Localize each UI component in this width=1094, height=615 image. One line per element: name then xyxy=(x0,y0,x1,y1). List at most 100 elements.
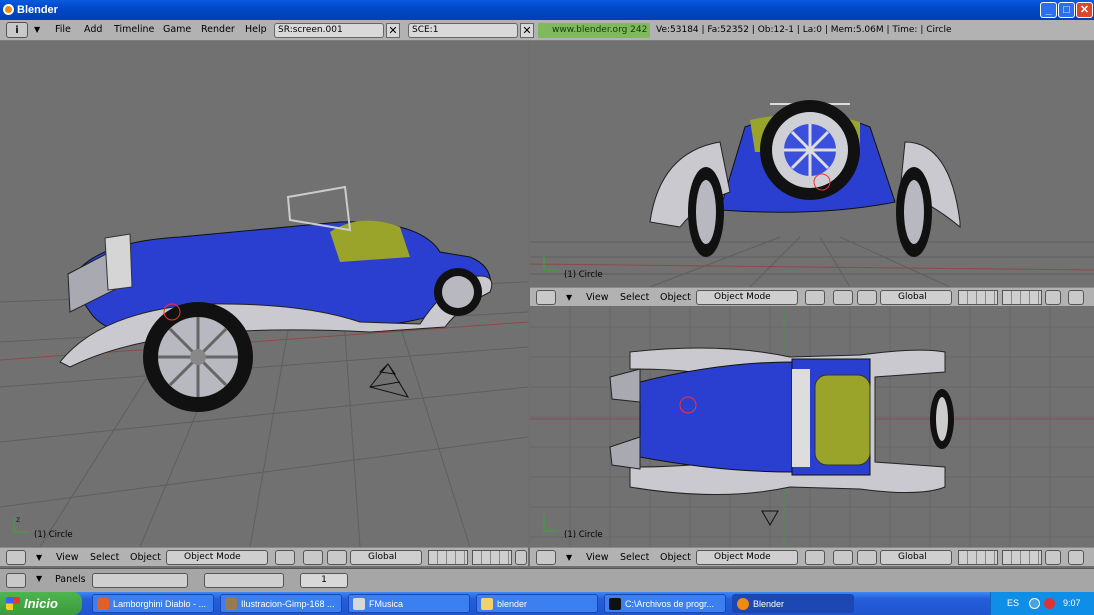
viewport-perspective[interactable]: z (1) Circle xyxy=(0,42,528,547)
render-preview-icon[interactable] xyxy=(1068,290,1084,305)
collapse-menu-icon[interactable]: ▼ xyxy=(566,551,572,564)
window-title: Blender xyxy=(17,4,58,16)
close-button[interactable]: ✕ xyxy=(1076,2,1093,18)
mode-select[interactable]: Object Mode xyxy=(166,550,268,565)
viewport-top[interactable]: (1) Circle xyxy=(530,307,1094,547)
task-command-prompt[interactable]: C:\Archivos de progr... xyxy=(604,594,726,613)
menu-game[interactable]: Game xyxy=(163,22,191,38)
axis-gizmo-icon xyxy=(543,515,558,532)
draw-type-icon[interactable] xyxy=(805,550,825,565)
layer-buttons-1[interactable] xyxy=(958,550,998,565)
blender-url[interactable]: www.blender.org 242 xyxy=(538,23,650,38)
viewport-label: (1) Circle xyxy=(34,530,73,540)
menu-view[interactable]: View xyxy=(56,551,79,564)
info-icon[interactable]: i xyxy=(6,22,28,38)
context-buttons[interactable] xyxy=(92,573,188,588)
menu-render[interactable]: Render xyxy=(201,22,235,38)
menu-object[interactable]: Object xyxy=(130,551,161,564)
orientation-select[interactable]: Global xyxy=(880,290,952,305)
clock[interactable]: 9:07 xyxy=(1063,592,1081,615)
menu-view[interactable]: View xyxy=(586,291,609,304)
start-button[interactable]: Inicio xyxy=(0,592,82,615)
lock-icon[interactable] xyxy=(1045,290,1061,305)
viewport-header-left: ▼ View Select Object Object Mode Global xyxy=(0,547,528,566)
manipulator-icon[interactable] xyxy=(327,550,347,565)
window-type-icon[interactable] xyxy=(536,550,556,565)
window-title-bar: Blender _ □ ✕ xyxy=(0,0,1094,20)
delete-screen-button[interactable]: ✕ xyxy=(386,23,400,38)
language-indicator[interactable]: ES xyxy=(1007,592,1019,615)
viewport-front[interactable]: (1) Circle xyxy=(530,42,1094,287)
task-blender-app[interactable]: Blender xyxy=(732,594,854,613)
folder-icon xyxy=(481,598,493,610)
screen-field[interactable]: SR:screen.001 xyxy=(274,23,384,38)
pivot-icon[interactable] xyxy=(833,550,853,565)
subcontext-buttons[interactable] xyxy=(204,573,284,588)
info-header: i ▼ File Add Timeline Game Render Help S… xyxy=(0,20,1094,41)
car-model-top[interactable] xyxy=(609,347,954,495)
layer-buttons-2[interactable] xyxy=(1002,290,1042,305)
pivot-icon[interactable] xyxy=(303,550,323,565)
task-gimp[interactable]: Ilustracion-Gimp-168 ... xyxy=(220,594,342,613)
task-label: Lamborghini Diablo - ... xyxy=(113,599,207,609)
console-icon xyxy=(609,598,621,610)
render-preview-icon[interactable] xyxy=(1068,550,1084,565)
window-type-icon[interactable] xyxy=(6,550,26,565)
car-model-front[interactable] xyxy=(649,100,961,257)
orientation-select[interactable]: Global xyxy=(350,550,422,565)
task-label: C:\Archivos de progr... xyxy=(625,599,715,609)
window-type-icon[interactable] xyxy=(6,573,26,588)
orientation-select[interactable]: Global xyxy=(880,550,952,565)
network-icon[interactable] xyxy=(1029,598,1040,609)
menu-help[interactable]: Help xyxy=(245,22,267,38)
task-lamborghini[interactable]: Lamborghini Diablo - ... xyxy=(92,594,214,613)
task-label: Ilustracion-Gimp-168 ... xyxy=(241,599,335,609)
menu-timeline[interactable]: Timeline xyxy=(114,22,154,38)
mode-select[interactable]: Object Mode xyxy=(696,290,798,305)
collapse-menu-icon[interactable]: ▼ xyxy=(566,291,572,304)
scene-stats: Ve:53184 | Fa:52352 | Ob:12-1 | La:0 | M… xyxy=(656,25,952,35)
collapse-menu-icon[interactable]: ▼ xyxy=(36,551,42,564)
menu-view[interactable]: View xyxy=(586,551,609,564)
draw-type-icon[interactable] xyxy=(275,550,295,565)
draw-type-icon[interactable] xyxy=(805,290,825,305)
task-label: Blender xyxy=(753,599,785,609)
menu-select[interactable]: Select xyxy=(620,551,649,564)
layer-buttons-1[interactable] xyxy=(958,290,998,305)
menu-select[interactable]: Select xyxy=(90,551,119,564)
manipulator-icon[interactable] xyxy=(857,550,877,565)
task-fmusica[interactable]: FMusica xyxy=(348,594,470,613)
collapse-menu-icon[interactable]: ▼ xyxy=(36,574,42,583)
layer-buttons-1[interactable] xyxy=(428,550,468,565)
lock-icon[interactable] xyxy=(515,550,527,565)
security-icon[interactable] xyxy=(1044,598,1055,609)
maximize-button[interactable]: □ xyxy=(1058,2,1075,18)
panels-label[interactable]: Panels xyxy=(55,574,86,585)
manipulator-icon[interactable] xyxy=(857,290,877,305)
front-scene xyxy=(530,100,1094,287)
lock-icon[interactable] xyxy=(1045,550,1061,565)
layer-buttons-2[interactable] xyxy=(1002,550,1042,565)
axis-gizmo-icon xyxy=(543,254,558,271)
menu-file[interactable]: File xyxy=(55,22,71,38)
task-blender-folder[interactable]: blender xyxy=(476,594,598,613)
window-type-icon[interactable] xyxy=(536,290,556,305)
top-scene xyxy=(530,307,1094,547)
menu-add[interactable]: Add xyxy=(84,22,102,38)
scene-field[interactable]: SCE:1 xyxy=(408,23,518,38)
camera-icon[interactable] xyxy=(369,363,410,398)
menu-object[interactable]: Object xyxy=(660,291,691,304)
minimize-button[interactable]: _ xyxy=(1040,2,1057,18)
collapse-menu-icon[interactable]: ▼ xyxy=(34,22,40,38)
perspective-scene: z xyxy=(0,185,528,547)
layer-buttons-2[interactable] xyxy=(472,550,512,565)
menu-select[interactable]: Select xyxy=(620,291,649,304)
delete-scene-button[interactable]: ✕ xyxy=(520,23,534,38)
mode-select[interactable]: Object Mode xyxy=(696,550,798,565)
menu-object[interactable]: Object xyxy=(660,551,691,564)
pivot-icon[interactable] xyxy=(833,290,853,305)
car-model-perspective[interactable] xyxy=(59,185,493,412)
frame-field[interactable]: 1 xyxy=(300,573,348,588)
buttons-window-header: ▼ Panels 1 xyxy=(0,568,1094,592)
windows-flag-icon xyxy=(6,597,20,610)
